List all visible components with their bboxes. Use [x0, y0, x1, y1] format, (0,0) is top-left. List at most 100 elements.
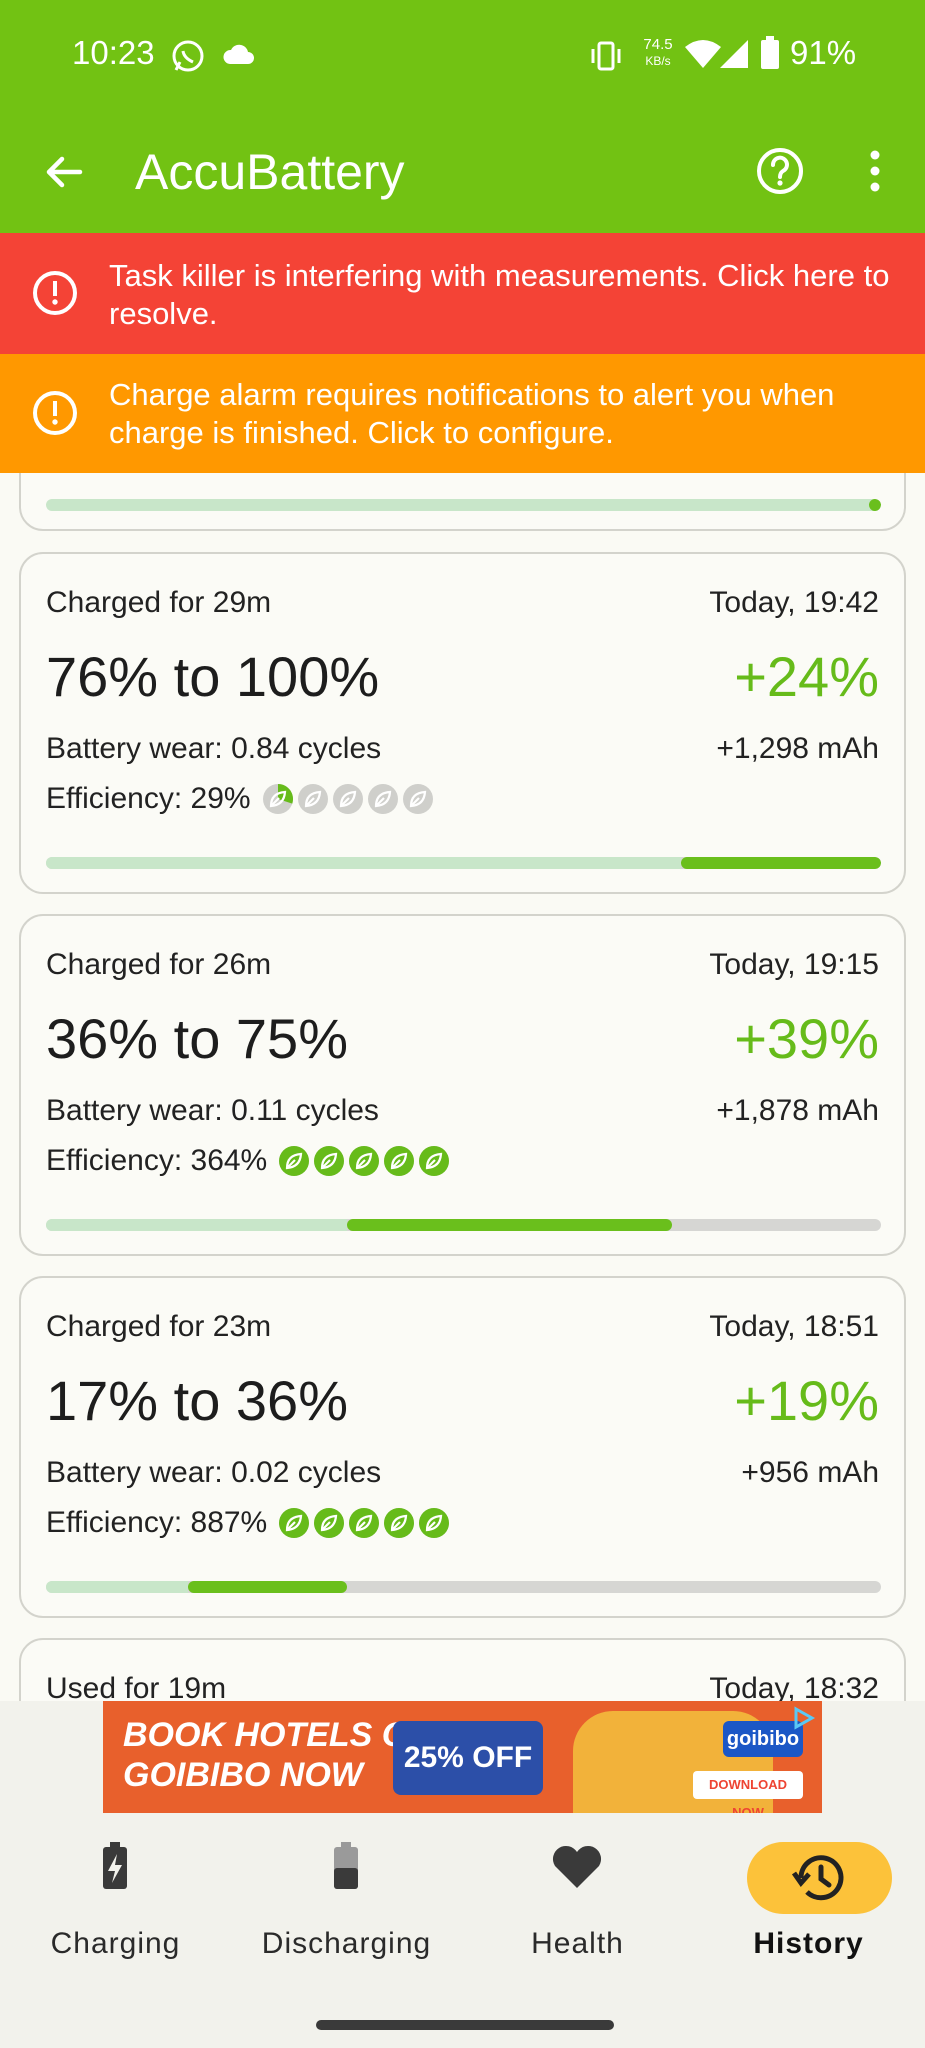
arrow-left-icon	[46, 156, 83, 188]
battery-status-icon	[760, 36, 780, 75]
vibrate-icon	[588, 38, 624, 79]
history-card[interactable]: Charged for 23m Today, 18:51 17% to 36% …	[19, 1276, 906, 1618]
nav-charging[interactable]: Charging	[0, 1817, 231, 1967]
session-range: 76% to 100%	[46, 645, 380, 708]
session-delta: +19%	[734, 1369, 879, 1432]
session-range: 36% to 75%	[46, 1007, 348, 1070]
app-title: AccuBattery	[135, 144, 405, 200]
leaf-icon	[297, 784, 328, 814]
status-bar: 10:23 74.5 KB/s 91%	[0, 0, 925, 110]
session-mah: +1,298 mAh	[716, 732, 879, 765]
ad-headline-line2: GOIBIBO NOW	[123, 1756, 363, 1794]
session-progress-bar	[46, 1581, 881, 1593]
back-button[interactable]	[40, 148, 88, 196]
session-date: Today, 19:15	[709, 948, 879, 981]
history-card[interactable]: Used for 19m Today, 18:32	[19, 1638, 906, 1701]
session-wear: Battery wear: 0.84 cycles	[46, 732, 382, 765]
net-speed-value: 74.5	[643, 36, 673, 53]
efficiency-label: Efficiency: 887%	[46, 1506, 268, 1539]
task-killer-banner[interactable]: Task killer is interfering with measurem…	[0, 233, 925, 354]
history-icon	[791, 1855, 844, 1901]
ad-banner[interactable]: BOOK HOTELS ON GOIBIBO NOW 25% OFF goibi…	[103, 1701, 822, 1813]
session-efficiency: Efficiency: 364%	[46, 1144, 450, 1178]
session-progress-bar	[46, 857, 881, 869]
leaf-icon	[367, 784, 398, 814]
leaf-icon	[314, 1146, 345, 1176]
leaf-icon	[332, 784, 363, 814]
history-card-partial[interactable]	[19, 473, 906, 531]
efficiency-label: Efficiency: 29%	[46, 782, 251, 815]
bottom-navigation: Charging Discharging Health History	[0, 1817, 925, 2048]
wifi-icon	[684, 38, 722, 75]
leaf-icon	[402, 784, 433, 814]
battery-icon	[334, 1842, 358, 1889]
leaf-icon	[419, 1508, 450, 1538]
history-card[interactable]: Charged for 29m Today, 19:42 76% to 100%…	[19, 552, 906, 894]
session-wear: Battery wear: 0.02 cycles	[46, 1456, 382, 1489]
more-vert-icon	[870, 150, 880, 192]
help-button[interactable]	[755, 146, 805, 196]
gesture-handle[interactable]	[316, 2020, 614, 2030]
nav-label: History	[753, 1927, 864, 1960]
ad-headline-line1: BOOK HOTELS ON	[123, 1716, 433, 1754]
ad-headline: BOOK HOTELS ON GOIBIBO NOW	[123, 1715, 433, 1795]
task-killer-text: Task killer is interfering with measurem…	[109, 258, 890, 331]
alert-circle-icon	[33, 391, 77, 435]
heart-icon	[552, 1845, 602, 1888]
leaf-icon	[349, 1508, 380, 1538]
ad-container: BOOK HOTELS ON GOIBIBO NOW 25% OFF goibi…	[0, 1701, 925, 1817]
nav-label: Health	[531, 1927, 624, 1960]
leaf-icon	[419, 1146, 450, 1176]
session-label: Used for 19m	[46, 1672, 227, 1701]
session-mah: +1,878 mAh	[716, 1094, 879, 1127]
leaf-icon	[314, 1508, 345, 1538]
help-circle-icon	[757, 148, 803, 194]
top-bar: 10:23 74.5 KB/s 91% AccuBattery	[0, 0, 925, 233]
session-date: Today, 18:32	[709, 1672, 879, 1701]
nav-label: Discharging	[261, 1927, 432, 1960]
session-delta: +39%	[734, 1007, 879, 1070]
history-card[interactable]: Charged for 26m Today, 19:15 36% to 75% …	[19, 914, 906, 1256]
leaf-icon	[262, 784, 293, 814]
charge-alarm-text: Charge alarm requires notifications to a…	[109, 377, 835, 450]
session-progress-bar	[46, 499, 881, 511]
nav-discharging[interactable]: Discharging	[231, 1817, 462, 1967]
alert-circle-icon	[33, 271, 77, 315]
session-label: Charged for 26m	[46, 948, 272, 981]
efficiency-label: Efficiency: 364%	[46, 1144, 268, 1177]
session-wear: Battery wear: 0.11 cycles	[46, 1094, 379, 1127]
leaf-icon	[349, 1146, 380, 1176]
session-delta: +24%	[734, 645, 879, 708]
battery-charging-icon	[103, 1842, 127, 1889]
history-list[interactable]: Charged for 29m Today, 19:42 76% to 100%…	[0, 473, 925, 1701]
session-label: Charged for 29m	[46, 586, 272, 619]
ad-choices-icon[interactable]	[790, 1705, 816, 1731]
cloud-icon	[222, 42, 254, 71]
nav-history[interactable]: History	[693, 1817, 924, 1967]
session-efficiency: Efficiency: 887%	[46, 1506, 450, 1540]
charge-alarm-banner[interactable]: Charge alarm requires notifications to a…	[0, 354, 925, 473]
more-options-button[interactable]	[862, 146, 888, 196]
net-speed-unit: KB/s	[645, 54, 671, 68]
efficiency-leaves	[279, 1146, 450, 1176]
ad-offer: 25% OFF	[393, 1721, 543, 1795]
leaf-icon	[279, 1508, 310, 1538]
efficiency-leaves	[262, 784, 433, 814]
leaf-icon	[384, 1146, 415, 1176]
leaf-icon	[279, 1146, 310, 1176]
nav-label: Charging	[50, 1927, 181, 1960]
ad-cta: DOWNLOAD NOW	[693, 1771, 803, 1813]
session-range: 17% to 36%	[46, 1369, 348, 1432]
status-time: 10:23	[72, 34, 155, 71]
session-date: Today, 18:51	[709, 1310, 879, 1343]
session-date: Today, 19:42	[709, 586, 879, 619]
leaf-icon	[384, 1508, 415, 1538]
session-efficiency: Efficiency: 29%	[46, 782, 433, 816]
signal-icon	[718, 38, 750, 75]
battery-percent: 91%	[790, 34, 857, 71]
whatsapp-icon	[170, 38, 206, 79]
efficiency-leaves	[279, 1508, 450, 1538]
session-progress-bar	[46, 1219, 881, 1231]
session-label: Charged for 23m	[46, 1310, 272, 1343]
nav-health[interactable]: Health	[462, 1817, 693, 1967]
